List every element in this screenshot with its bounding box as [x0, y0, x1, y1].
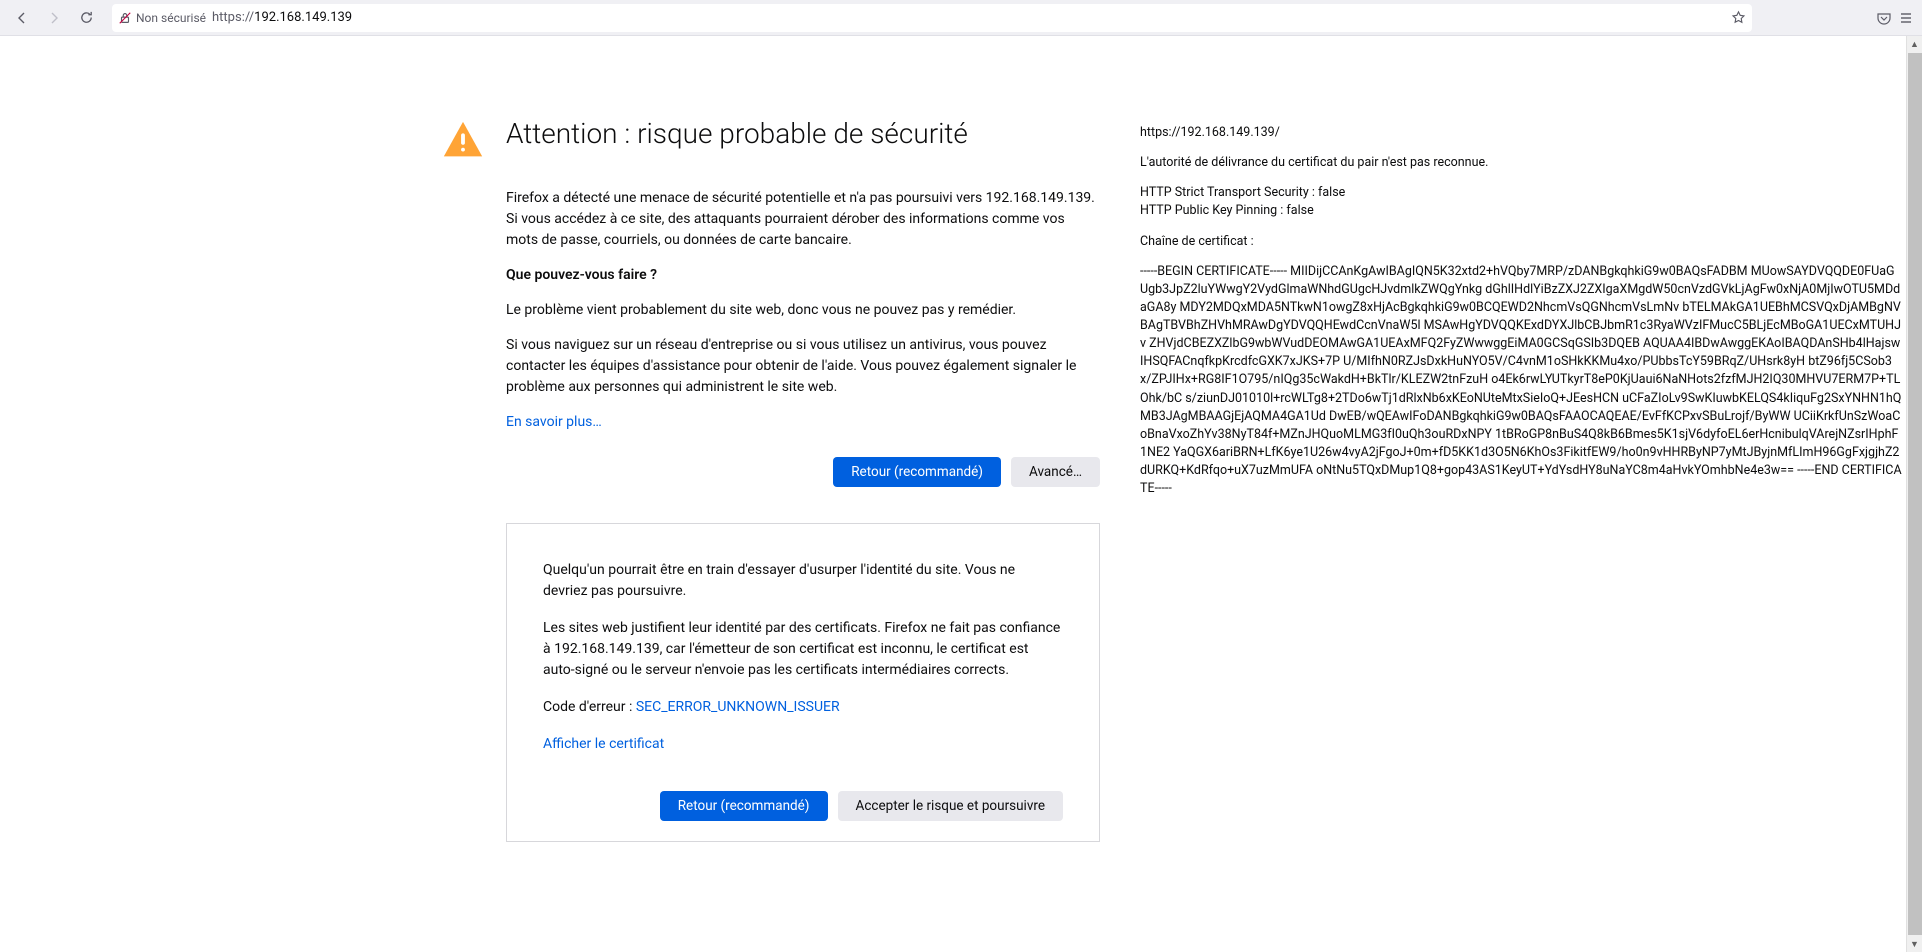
cert-chain-label: Chaîne de certificat :	[1140, 233, 1902, 251]
cert-pem: -----BEGIN CERTIFICATE----- MIIDijCCAnKg…	[1140, 263, 1902, 499]
what-p1: Le problème vient probablement du site w…	[506, 300, 1100, 321]
cert-hsts: HTTP Strict Transport Security : false	[1140, 185, 1345, 200]
go-back-button[interactable]: Retour (recommandé)	[833, 457, 1001, 487]
error-code-label: Code d'erreur :	[543, 699, 636, 715]
forward-button[interactable]	[40, 4, 68, 32]
menu-icon[interactable]	[1898, 10, 1914, 26]
learn-more-link[interactable]: En savoir plus…	[506, 414, 602, 430]
accept-risk-button[interactable]: Accepter le risque et poursuivre	[838, 791, 1063, 821]
url-bar[interactable]: Non sécurisé https://192.168.149.139	[112, 4, 1752, 32]
error-title: Attention : risque probable de sécurité	[506, 116, 968, 151]
error-intro: Firefox a détecté une menace de sécurité…	[506, 188, 1100, 251]
url-text: https://192.168.149.139	[212, 10, 1725, 25]
reload-button[interactable]	[72, 4, 100, 32]
cert-issuer-line: L'autorité de délivrance du certificat d…	[1140, 154, 1902, 172]
content-area: Attention : risque probable de sécurité …	[0, 36, 1922, 952]
security-label: Non sécurisé	[136, 11, 206, 25]
advanced-p2: Les sites web justifient leur identité p…	[543, 618, 1063, 681]
what-heading: Que pouvez-vous faire ?	[506, 267, 657, 283]
bookmark-star-icon[interactable]	[1731, 10, 1746, 25]
scroll-thumb[interactable]	[1908, 53, 1922, 935]
back-button[interactable]	[8, 4, 36, 32]
pocket-icon[interactable]	[1876, 10, 1892, 26]
certificate-details: https://192.168.149.139/ L'autorité de d…	[1140, 36, 1922, 952]
what-p2: Si vous naviguez sur un réseau d'entrepr…	[506, 335, 1100, 398]
advanced-button[interactable]: Avancé…	[1011, 457, 1100, 487]
browser-toolbar: Non sécurisé https://192.168.149.139	[0, 0, 1922, 36]
security-indicator[interactable]: Non sécurisé	[118, 11, 206, 25]
error-code-link[interactable]: SEC_ERROR_UNKNOWN_ISSUER	[636, 699, 840, 715]
vertical-scrollbar[interactable]: ▲ ▼	[1906, 36, 1922, 952]
scroll-up-arrow[interactable]: ▲	[1910, 36, 1919, 52]
advanced-p1: Quelqu'un pourrait être en train d'essay…	[543, 560, 1063, 602]
go-back-button-2[interactable]: Retour (recommandé)	[660, 791, 828, 821]
cert-hpkp: HTTP Public Key Pinning : false	[1140, 203, 1314, 218]
warning-icon	[440, 118, 486, 164]
scroll-down-arrow[interactable]: ▼	[1910, 936, 1919, 952]
cert-url: https://192.168.149.139/	[1140, 124, 1902, 142]
view-certificate-link[interactable]: Afficher le certificat	[543, 736, 664, 752]
advanced-panel: Quelqu'un pourrait être en train d'essay…	[506, 523, 1100, 842]
lock-warning-icon	[118, 11, 132, 25]
